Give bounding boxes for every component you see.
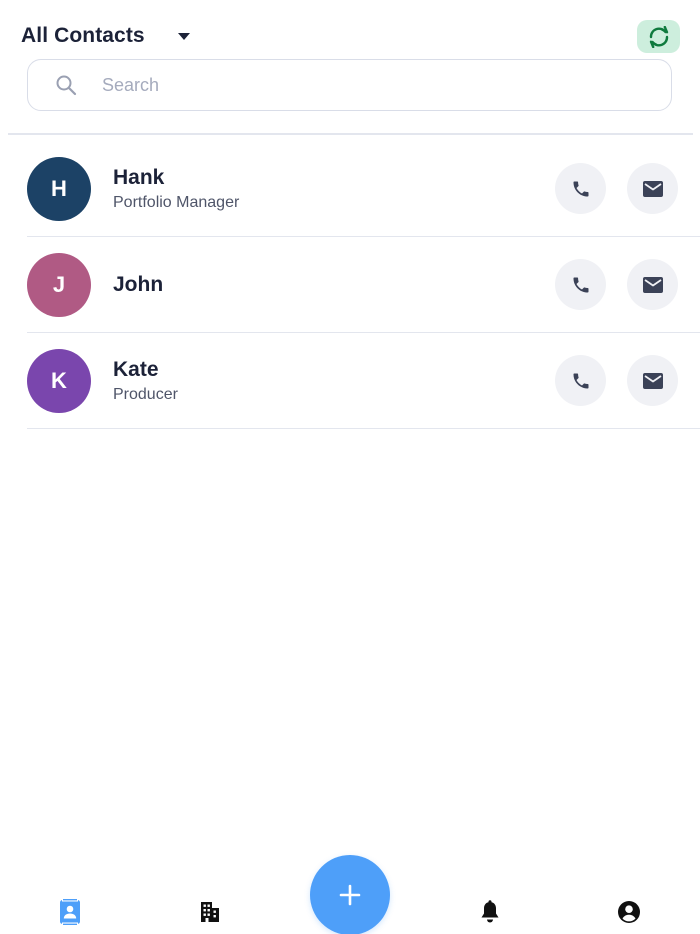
avatar: J: [27, 253, 91, 317]
sync-icon: [649, 25, 668, 48]
phone-icon: [573, 277, 588, 292]
call-button[interactable]: [555, 259, 606, 310]
search-icon: [55, 74, 77, 96]
mail-icon: [642, 180, 663, 197]
phone-icon: [573, 373, 588, 388]
nav-companies[interactable]: [196, 898, 224, 926]
contact-info: Hank Portfolio Manager: [113, 141, 239, 237]
bell-icon: [481, 900, 499, 923]
contact-name: John: [113, 273, 164, 296]
phone-icon: [573, 181, 588, 196]
contacts-screen: All Contacts H: [0, 0, 700, 934]
contact-role: Portfolio Manager: [113, 193, 240, 211]
avatar: K: [27, 349, 91, 413]
avatar-initial: H: [51, 176, 67, 201]
avatar: H: [27, 157, 91, 221]
mail-icon: [642, 276, 663, 293]
contacts-icon: [60, 899, 80, 925]
nav-contacts[interactable]: [56, 898, 84, 926]
search-bar[interactable]: [27, 59, 672, 111]
header: All Contacts: [21, 18, 680, 58]
mail-icon: [642, 372, 663, 389]
avatar-initial: K: [51, 368, 67, 393]
contact-row-john[interactable]: J John: [27, 237, 700, 333]
contact-name: Kate: [113, 357, 159, 381]
nav-account[interactable]: [615, 898, 643, 926]
page-title: All Contacts: [21, 24, 145, 47]
contact-row-hank[interactable]: H Hank Portfolio Manager: [27, 141, 700, 237]
email-button[interactable]: [627, 259, 678, 310]
building-icon: [201, 902, 219, 922]
contact-list: H Hank Portfolio Manager J John K Kate P…: [27, 141, 700, 429]
plus-icon: [339, 884, 361, 906]
nav-notifications[interactable]: [476, 898, 504, 926]
caret-down-icon[interactable]: [177, 31, 191, 41]
contact-row-kate[interactable]: K Kate Producer: [27, 333, 700, 429]
call-button[interactable]: [555, 163, 606, 214]
search-input[interactable]: [102, 74, 622, 96]
divider: [8, 133, 693, 135]
avatar-initial: J: [52, 272, 66, 297]
contact-role: Producer: [113, 385, 178, 403]
sync-button[interactable]: [637, 20, 680, 53]
account-icon: [618, 901, 640, 923]
contact-name: Hank: [113, 165, 165, 189]
contact-info: John: [113, 237, 163, 333]
add-contact-button[interactable]: [310, 855, 390, 934]
call-button[interactable]: [555, 355, 606, 406]
email-button[interactable]: [627, 355, 678, 406]
contacts-filter-dropdown[interactable]: All Contacts: [21, 24, 191, 48]
email-button[interactable]: [627, 163, 678, 214]
contact-info: Kate Producer: [113, 333, 178, 429]
